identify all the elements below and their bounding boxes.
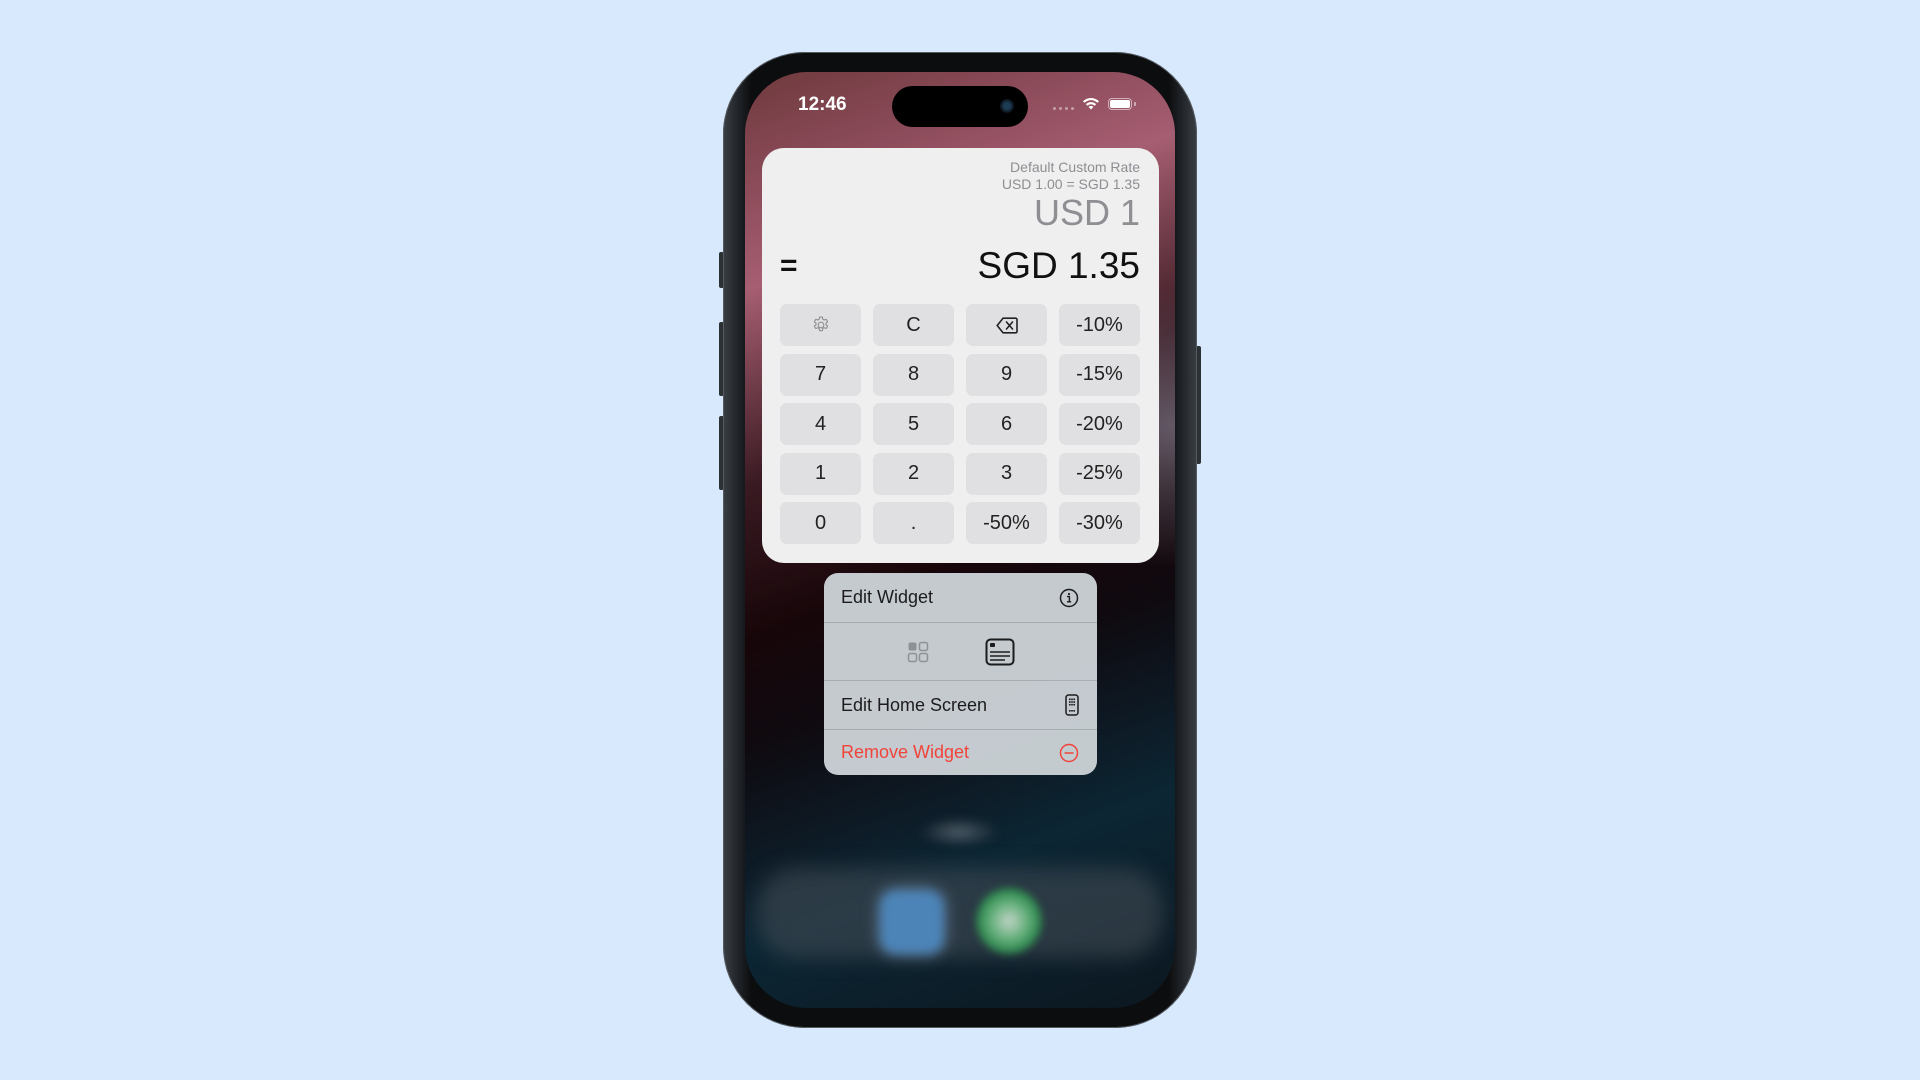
key-label: 2: [907, 462, 920, 484]
clear-key[interactable]: C: [873, 304, 954, 346]
phone-apps-icon: [1065, 694, 1079, 716]
digit-4-key[interactable]: 4: [780, 403, 861, 445]
rate-detail: USD 1.00 = SGD 1.35: [1001, 176, 1140, 192]
blurred-green-app-icon[interactable]: [976, 888, 1042, 954]
discount-50-key[interactable]: -50%: [966, 502, 1047, 544]
digit-7-key[interactable]: 7: [780, 353, 861, 396]
digit-5-key[interactable]: 5: [873, 403, 954, 445]
result-amount: SGD 1.35: [977, 245, 1140, 286]
key-label: 5: [907, 412, 920, 435]
key-label: 7: [814, 363, 827, 385]
decimal-key[interactable]: .: [873, 502, 954, 544]
input-amount: USD 1: [1033, 192, 1140, 233]
keypad: C -10% 7 8 9 -15% 4 5 6 -20% 1 2 3 -25% 0. -50% -30%: [780, 304, 1142, 544]
rate-title: Default Custom Rate: [1010, 159, 1140, 175]
discount-10-key[interactable]: -10%: [1059, 304, 1140, 346]
wifi-icon: [1083, 98, 1099, 110]
edit-home-screen-menu-item[interactable]: Edit Home Screen: [824, 681, 1097, 729]
widget-context-menu: Edit Widget Edit Home Screen Remove Widg…: [824, 573, 1097, 775]
dynamic-island: [892, 86, 1028, 127]
status-time: 12:46: [798, 94, 847, 115]
edit-home-screen-label: Edit Home Screen: [841, 694, 988, 715]
digit-2-key[interactable]: 2: [873, 452, 954, 495]
phone-screen: 12:46 Default Custom Rate USD 1.00 = SGD…: [745, 72, 1175, 1008]
settings-key[interactable]: [780, 304, 861, 346]
minus-circle-icon: [1059, 743, 1079, 762]
backspace-key[interactable]: [966, 304, 1047, 346]
digit-9-key[interactable]: 9: [966, 353, 1047, 396]
battery-tip: [1134, 102, 1136, 106]
battery-icon: [1108, 98, 1132, 110]
front-camera-icon: [1000, 99, 1014, 113]
digit-0-key[interactable]: 0: [780, 502, 861, 544]
digit-3-key[interactable]: 3: [966, 452, 1047, 495]
page-indicator[interactable]: [919, 817, 999, 847]
key-label: 8: [907, 363, 920, 385]
discount-30-key[interactable]: -30%: [1059, 502, 1140, 544]
discount-20-key[interactable]: -20%: [1059, 403, 1140, 445]
equals-sign: =: [780, 249, 798, 282]
key-label: 9: [1000, 363, 1013, 385]
gear-icon: [811, 315, 831, 335]
small-grid-size-icon[interactable]: [907, 641, 929, 663]
digit-1-key[interactable]: 1: [780, 452, 861, 495]
edit-widget-menu-item[interactable]: Edit Widget: [824, 573, 1097, 622]
info-icon: [1059, 588, 1079, 607]
signal-dots-icon: [1053, 107, 1074, 110]
currency-calculator-widget[interactable]: Default Custom Rate USD 1.00 = SGD 1.35 …: [762, 148, 1159, 563]
widget-size-picker: [824, 623, 1097, 680]
remove-widget-label: Remove Widget: [841, 742, 970, 762]
key-label: -20%: [1076, 412, 1123, 435]
key-label: -15%: [1076, 363, 1123, 385]
digit-8-key[interactable]: 8: [873, 353, 954, 396]
key-label: 0: [814, 511, 827, 534]
remove-widget-menu-item[interactable]: Remove Widget: [824, 730, 1097, 775]
discount-15-key[interactable]: -15%: [1059, 353, 1140, 396]
backspace-icon: [995, 316, 1018, 334]
key-label: 1: [814, 462, 827, 484]
key-label: 6: [1000, 412, 1013, 435]
key-label: C: [906, 313, 921, 336]
medium-widget-size-icon[interactable]: [985, 638, 1015, 666]
key-label: -30%: [1076, 511, 1123, 534]
key-label: -50%: [983, 511, 1030, 534]
key-label: .: [910, 511, 917, 534]
key-label: 3: [1000, 462, 1013, 484]
blurred-blue-app-icon[interactable]: [880, 890, 944, 954]
discount-25-key[interactable]: -25%: [1059, 452, 1140, 495]
key-label: -25%: [1076, 462, 1123, 484]
key-label: -10%: [1076, 313, 1123, 336]
key-label: 4: [814, 412, 827, 435]
dock: [757, 868, 1163, 958]
edit-widget-label: Edit Widget: [841, 587, 934, 607]
rate-info: Default Custom Rate USD 1.00 = SGD 1.35: [1002, 159, 1140, 193]
digit-6-key[interactable]: 6: [966, 403, 1047, 445]
